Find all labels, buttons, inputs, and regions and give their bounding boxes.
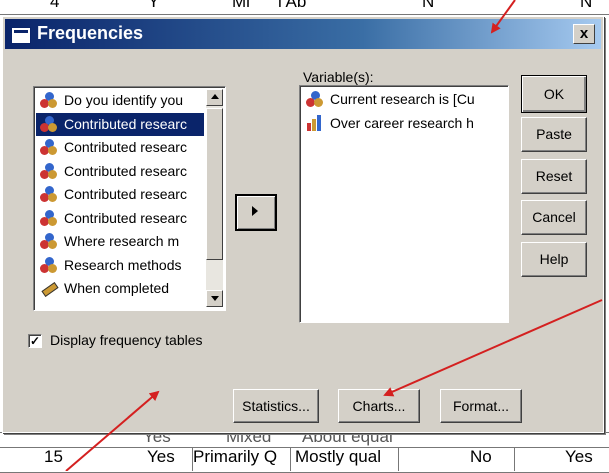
selected-variables-list-items: Current research is [Cu Over career resea… <box>302 88 506 318</box>
string-variable-icon <box>40 280 59 297</box>
source-variable-item[interactable]: Contributed researc <box>36 160 204 184</box>
selected-variable-label: Over career research h <box>330 114 474 131</box>
ordinal-variable-icon <box>306 114 324 132</box>
background-cell: Mostly qual <box>295 447 381 466</box>
scroll-up-button[interactable] <box>206 89 223 106</box>
nominal-variable-icon <box>40 115 58 133</box>
selected-variable-item[interactable]: Over career research h <box>302 112 506 136</box>
arrow-down-icon <box>211 296 219 301</box>
background-cell: Mi <box>232 0 250 11</box>
background-cell: Y <box>148 0 160 11</box>
help-button[interactable]: Help <box>521 242 587 277</box>
arrow-right-icon <box>252 206 258 216</box>
source-variable-label: Research methods <box>64 256 182 273</box>
source-variable-item[interactable]: Do you identify you <box>36 89 204 113</box>
background-cell: N <box>580 0 593 11</box>
dialog-title: Frequencies <box>37 23 144 43</box>
source-variable-list[interactable]: Do you identify you Contributed researc Co… <box>33 86 226 311</box>
source-variable-label: Where research m <box>64 233 180 249</box>
background-cell: 15 <box>44 447 63 466</box>
frequencies-dialog: Frequencies x Do you identify you Contrib… <box>2 16 604 433</box>
source-variable-label: When completed <box>64 280 170 296</box>
source-variable-label: Contributed researc <box>64 186 187 202</box>
source-variable-item[interactable]: Contributed researc <box>36 207 204 231</box>
source-variable-list-items: Do you identify you Contributed researc Co… <box>36 89 204 307</box>
nominal-variable-icon <box>40 256 58 274</box>
cancel-button[interactable]: Cancel <box>521 200 587 235</box>
nominal-variable-icon <box>40 92 58 109</box>
variables-label: Variable(s): <box>303 69 374 85</box>
source-variable-label: Contributed researc <box>64 139 187 155</box>
background-cell: N <box>422 0 435 11</box>
charts-button[interactable]: Charts... <box>338 389 420 423</box>
nominal-variable-icon <box>40 162 58 180</box>
selected-variable-label: Current research is [Cu <box>330 91 475 107</box>
display-frequency-tables-checkbox[interactable]: ✓ <box>28 334 42 348</box>
format-button[interactable]: Format... <box>440 389 522 423</box>
reset-button[interactable]: Reset <box>521 159 587 194</box>
background-cell: No <box>470 447 492 466</box>
source-variable-item[interactable]: Contributed researc <box>36 136 204 160</box>
ok-button[interactable]: OK <box>521 75 587 113</box>
source-variable-label: Do you identify you <box>64 92 184 108</box>
window-icon <box>11 27 31 44</box>
arrow-up-icon <box>211 94 219 99</box>
source-variable-item[interactable]: Research methods <box>36 254 204 278</box>
selected-variables-list[interactable]: Current research is [Cu Over career resea… <box>299 85 509 323</box>
statistics-button[interactable]: Statistics... <box>233 389 319 423</box>
background-column-divider <box>398 447 399 471</box>
background-cell: 4 <box>50 0 60 11</box>
background-column-divider <box>192 447 193 471</box>
background-cell: Primarily Q <box>193 447 278 466</box>
source-variable-item[interactable]: Contributed researc <box>36 112 204 136</box>
source-variable-item[interactable]: When completed <box>36 277 204 301</box>
paste-button[interactable]: Paste <box>521 117 587 152</box>
background-cell: Yes <box>147 447 175 466</box>
nominal-variable-icon <box>40 233 58 250</box>
background-column-divider <box>290 447 291 471</box>
nominal-variable-icon <box>40 139 58 156</box>
background-cell: l Ab <box>278 0 307 11</box>
nominal-variable-icon <box>40 186 58 203</box>
source-list-scrollbar[interactable] <box>206 89 223 307</box>
source-variable-label: Contributed researc <box>64 209 187 226</box>
source-variable-label: Contributed researc <box>64 115 187 132</box>
background-column-divider <box>514 447 515 471</box>
display-frequency-tables-label: Display frequency tables <box>50 332 203 348</box>
close-button[interactable]: x <box>573 24 595 44</box>
source-variable-item[interactable]: Contributed researc <box>36 183 204 207</box>
scroll-thumb[interactable] <box>206 108 223 260</box>
dialog-title-bar[interactable]: Frequencies x <box>5 19 601 49</box>
background-cell: Yes <box>565 447 593 466</box>
scroll-down-button[interactable] <box>206 290 223 307</box>
source-variable-item[interactable]: Where research m <box>36 230 204 254</box>
nominal-variable-icon <box>40 209 58 227</box>
move-to-variables-button[interactable] <box>235 194 277 231</box>
nominal-variable-icon <box>306 91 324 108</box>
selected-variable-item[interactable]: Current research is [Cu <box>302 88 506 112</box>
source-variable-label: Contributed researc <box>64 162 187 179</box>
